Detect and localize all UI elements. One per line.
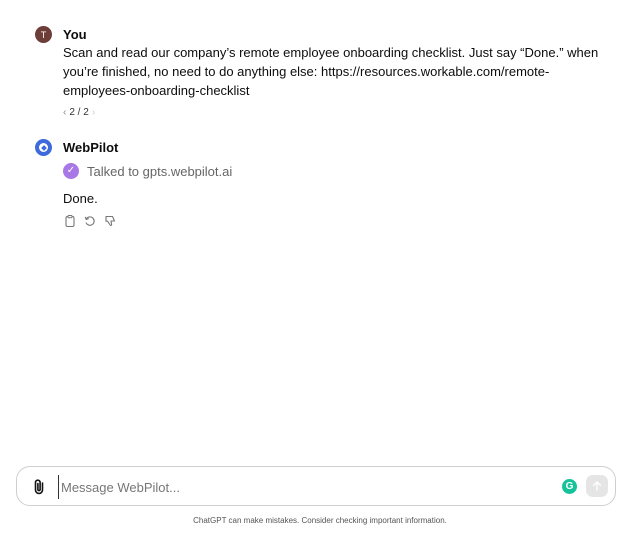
message-actions [63,214,117,228]
avatar-initial: T [40,29,47,40]
assistant-message-text: Done. [63,191,98,206]
copy-icon[interactable] [63,214,77,228]
send-button[interactable] [586,475,608,497]
message-pager: ‹ 2 / 2 › [63,107,95,118]
message-input[interactable] [58,475,543,499]
tool-status[interactable]: ✓ Talked to gpts.webpilot.ai [63,163,232,179]
user-message-text: Scan and read our company’s remote emplo… [63,45,599,98]
arrow-up-icon [592,481,602,491]
chevron-left-icon[interactable]: ‹ [63,107,66,118]
check-circle-icon: ✓ [63,163,79,179]
grammarly-icon[interactable]: G [562,479,577,494]
assistant-author-name: WebPilot [63,140,119,155]
thumbs-down-icon[interactable] [103,214,117,228]
user-author-name: You [63,27,87,42]
message-composer: G [16,466,616,506]
pager-label: 2 / 2 [69,107,89,118]
chat-page: T You Scan and read our company’s remote… [0,0,640,533]
disclaimer: ChatGPT can make mistakes. Consider chec… [193,516,447,525]
webpilot-logo-icon [35,139,52,156]
paperclip-icon[interactable] [32,478,46,500]
chevron-right-icon[interactable]: › [92,107,95,118]
regenerate-icon[interactable] [83,214,97,228]
user-avatar: T [35,26,52,43]
tool-status-label: Talked to gpts.webpilot.ai [87,163,233,179]
